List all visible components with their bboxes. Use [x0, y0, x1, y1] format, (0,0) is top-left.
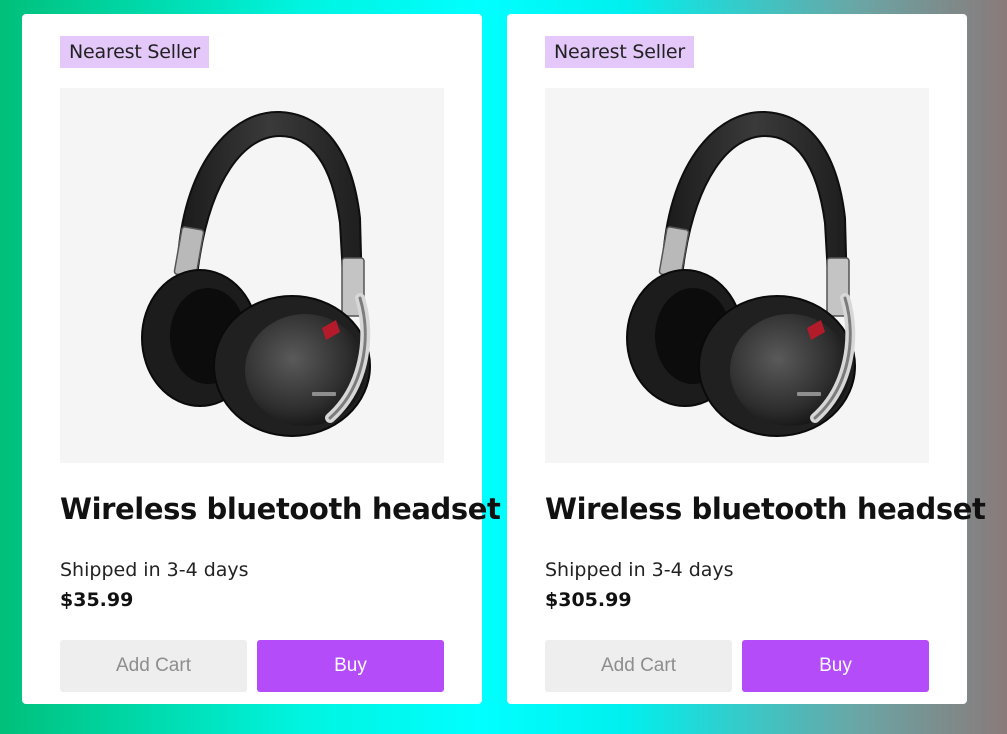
product-image	[545, 88, 929, 463]
nearest-seller-badge: Nearest Seller	[60, 36, 210, 68]
product-card: Nearest Seller Wireless bluetooth headse…	[507, 14, 986, 704]
nearest-seller-badge: Nearest Seller	[545, 36, 695, 68]
product-price: $35.99	[60, 589, 134, 611]
product-title: Wireless bluetooth headset	[545, 492, 986, 526]
shipping-info: Shipped in 3-4 days	[545, 559, 734, 581]
shipping-info: Shipped in 3-4 days	[60, 559, 249, 581]
buy-button[interactable]: Buy	[257, 640, 444, 692]
product-image	[60, 88, 444, 463]
add-cart-button[interactable]: Add Cart	[545, 640, 732, 692]
headphones-image-icon	[60, 88, 444, 463]
product-price: $305.99	[545, 589, 632, 611]
product-title: Wireless bluetooth headset	[60, 492, 501, 526]
headphones-image-icon	[545, 88, 929, 463]
product-card: Nearest Seller Wireless bluetooth headse…	[22, 14, 501, 704]
add-cart-button[interactable]: Add Cart	[60, 640, 247, 692]
buy-button[interactable]: Buy	[742, 640, 929, 692]
